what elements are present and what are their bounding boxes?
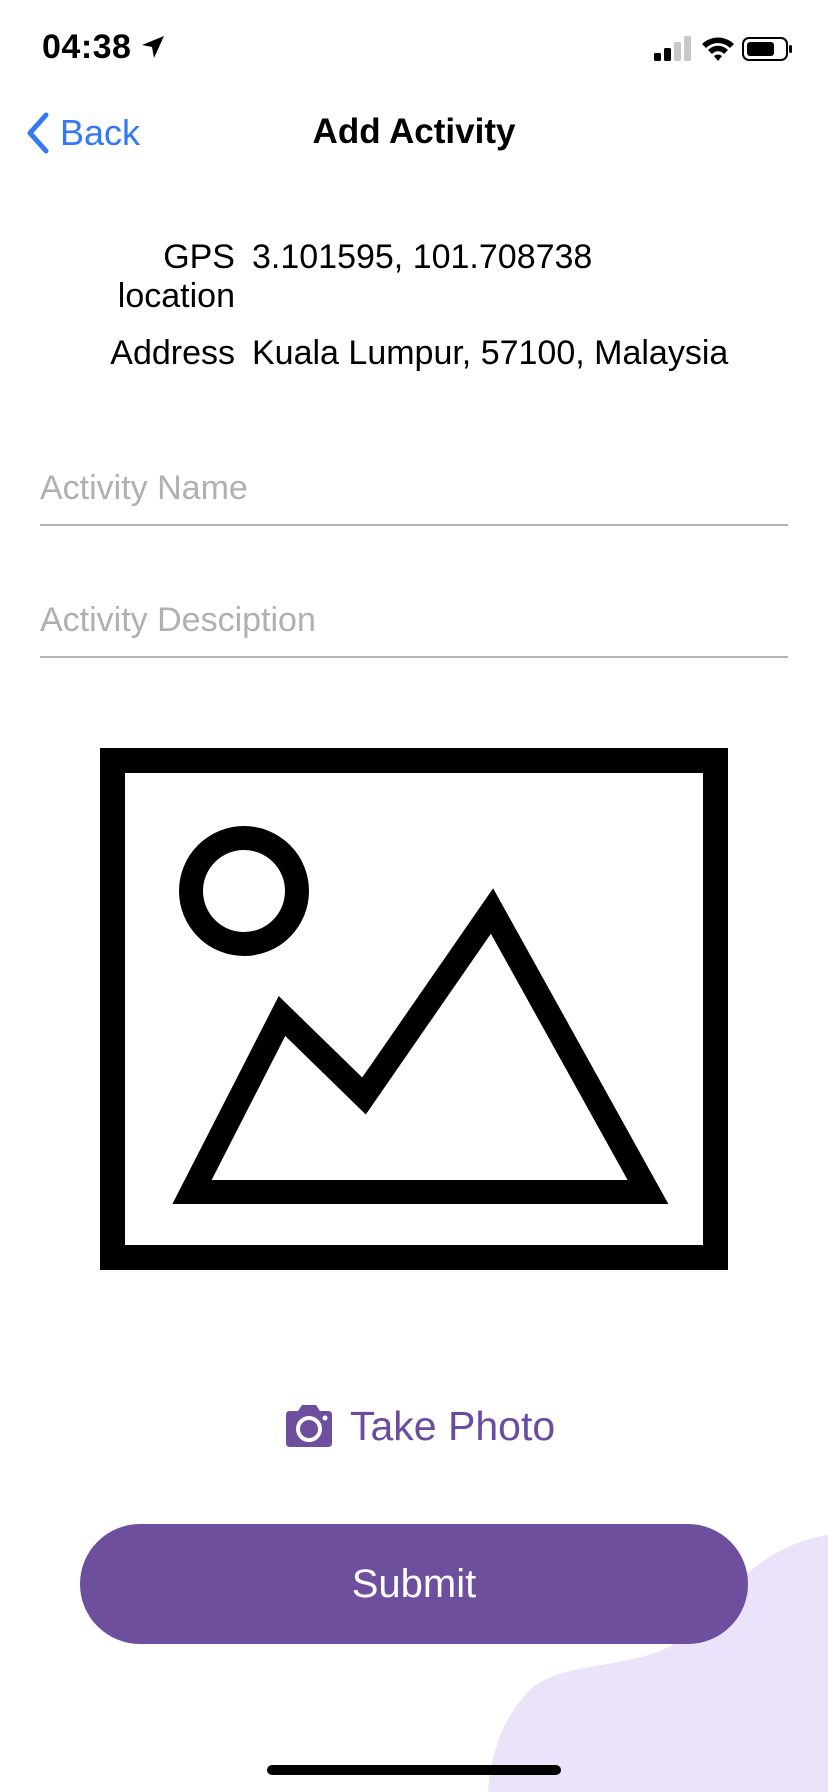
status-time: 04:38 xyxy=(42,28,132,66)
location-arrow-icon xyxy=(142,36,164,58)
page-title: Add Activity xyxy=(312,112,516,151)
address-value: Kuala Lumpur, 57100, Malaysia xyxy=(252,334,729,372)
address-label: Address xyxy=(110,334,235,372)
submit-button[interactable]: Submit xyxy=(80,1524,748,1644)
gps-location-value: 3.101595, 101.708738 xyxy=(252,238,593,276)
battery-icon xyxy=(742,37,792,61)
status-bar: 04:38 xyxy=(0,0,828,100)
image-placeholder-icon[interactable] xyxy=(100,748,728,1270)
activity-description-input[interactable] xyxy=(40,584,788,658)
take-photo-label: Take Photo xyxy=(350,1402,556,1449)
wifi-icon xyxy=(702,37,734,61)
cellular-signal-icon xyxy=(654,36,691,61)
activity-name-input[interactable] xyxy=(40,452,788,526)
submit-button-label: Submit xyxy=(351,1561,477,1606)
navigation-bar: Back Add Activity xyxy=(0,100,828,164)
gps-location-label: GPS location xyxy=(117,238,235,315)
take-photo-button[interactable]: Take Photo xyxy=(282,1398,555,1454)
camera-icon xyxy=(286,1405,332,1447)
home-indicator xyxy=(267,1765,561,1775)
